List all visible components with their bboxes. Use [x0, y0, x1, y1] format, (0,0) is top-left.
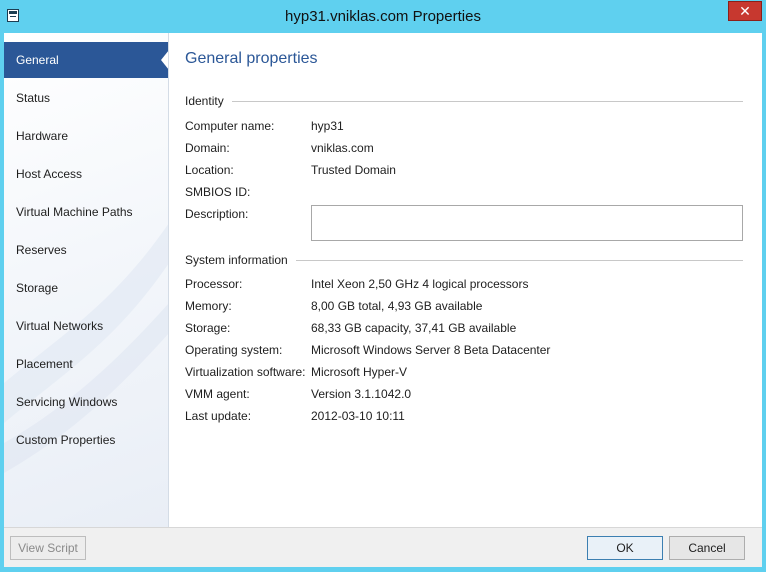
general-properties-panel: General properties Identity Computer nam… — [169, 33, 762, 527]
system-info-section-header: System information — [185, 253, 743, 267]
sidebar-item-label: Reserves — [16, 243, 67, 257]
memory-value: 8,00 GB total, 4,93 GB available — [311, 299, 483, 313]
sidebar-item-label: Hardware — [16, 129, 69, 143]
sidebar-item-hardware[interactable]: Hardware — [4, 118, 168, 154]
sidebar-item-custom-properties[interactable]: Custom Properties — [4, 422, 168, 458]
field-label: Domain: — [185, 141, 230, 155]
sidebar-item-label: Servicing Windows — [16, 395, 118, 409]
last-update-row: Last update: 2012-03-10 10:11 — [185, 409, 745, 425]
close-button[interactable]: ✕ — [728, 1, 762, 21]
last-update-value: 2012-03-10 10:11 — [311, 409, 405, 423]
field-label: Last update: — [185, 409, 252, 423]
sidebar-item-host-access[interactable]: Host Access — [4, 156, 168, 192]
storage-value: 68,33 GB capacity, 37,41 GB available — [311, 321, 517, 335]
field-label: Computer name: — [185, 119, 275, 133]
system-info-heading: System information — [185, 253, 296, 267]
sidebar-item-label: Status — [16, 91, 51, 105]
processor-row: Processor: Intel Xeon 2,50 GHz 4 logical… — [185, 277, 745, 293]
sidebar-item-servicing-windows[interactable]: Servicing Windows — [4, 384, 168, 420]
virtualization-software-value: Microsoft Hyper-V — [311, 365, 408, 379]
selected-pointer-icon — [161, 50, 168, 70]
sidebar: General Status Hardware Host Access Virt… — [4, 33, 169, 527]
computer-name-row: Computer name: hyp31 — [185, 119, 745, 135]
cancel-button[interactable]: Cancel — [669, 536, 745, 560]
window-title: hyp31.vniklas.com Properties — [285, 8, 481, 25]
identity-section-header: Identity — [185, 94, 743, 108]
domain-value: vniklas.com — [311, 141, 374, 155]
smbios-id-row: SMBIOS ID: — [185, 185, 745, 201]
sidebar-item-label: Virtual Machine Paths — [16, 205, 133, 219]
sidebar-item-status[interactable]: Status — [4, 80, 168, 116]
field-label: Location: — [185, 163, 234, 177]
page-title: General properties — [185, 50, 318, 67]
sidebar-item-general[interactable]: General — [4, 42, 168, 78]
properties-window: hyp31.vniklas.com Properties ✕ General S… — [0, 0, 766, 572]
virtualization-software-row: Virtualization software: Microsoft Hyper… — [185, 365, 745, 381]
field-label: Virtualization software: — [185, 365, 306, 379]
field-label: Operating system: — [185, 343, 283, 357]
field-label: Processor: — [185, 277, 243, 291]
sidebar-item-storage[interactable]: Storage — [4, 270, 168, 306]
sidebar-item-virtual-networks[interactable]: Virtual Networks — [4, 308, 168, 344]
computer-name-value: hyp31 — [311, 119, 344, 133]
sidebar-item-label: Virtual Networks — [16, 319, 104, 333]
memory-row: Memory: 8,00 GB total, 4,93 GB available — [185, 299, 745, 315]
dialog-client-area: General Status Hardware Host Access Virt… — [4, 33, 762, 567]
field-label: Memory: — [185, 299, 232, 313]
sidebar-item-label: Placement — [16, 357, 73, 371]
vmm-agent-row: VMM agent: Version 3.1.1042.0 — [185, 387, 745, 403]
sidebar-item-virtual-machine-paths[interactable]: Virtual Machine Paths — [4, 194, 168, 230]
field-label: SMBIOS ID: — [185, 185, 251, 199]
field-label: Description: — [185, 207, 249, 221]
field-label: Storage: — [185, 321, 231, 335]
ok-button[interactable]: OK — [587, 536, 663, 560]
section-divider — [185, 101, 743, 102]
operating-system-row: Operating system: Microsoft Windows Serv… — [185, 343, 745, 359]
view-script-button[interactable]: View Script — [10, 536, 86, 560]
close-icon: ✕ — [739, 3, 751, 19]
field-label: VMM agent: — [185, 387, 250, 401]
operating-system-value: Microsoft Windows Server 8 Beta Datacent… — [311, 343, 551, 357]
title-bar[interactable]: hyp31.vniklas.com Properties ✕ — [0, 0, 766, 34]
identity-heading: Identity — [185, 94, 232, 108]
sidebar-item-reserves[interactable]: Reserves — [4, 232, 168, 268]
sidebar-item-label: Host Access — [16, 167, 83, 181]
dialog-footer: View Script OK Cancel — [4, 527, 762, 567]
processor-value: Intel Xeon 2,50 GHz 4 logical processors — [311, 277, 529, 291]
vmm-agent-value: Version 3.1.1042.0 — [311, 387, 412, 401]
description-field[interactable] — [311, 205, 743, 241]
location-value: Trusted Domain — [311, 163, 396, 177]
sidebar-item-label: Storage — [16, 281, 59, 295]
sidebar-item-label: General — [16, 53, 59, 67]
sidebar-item-placement[interactable]: Placement — [4, 346, 168, 382]
storage-row: Storage: 68,33 GB capacity, 37,41 GB ava… — [185, 321, 745, 337]
sidebar-item-label: Custom Properties — [16, 433, 116, 447]
domain-row: Domain: vniklas.com — [185, 141, 745, 157]
location-row: Location: Trusted Domain — [185, 163, 745, 179]
